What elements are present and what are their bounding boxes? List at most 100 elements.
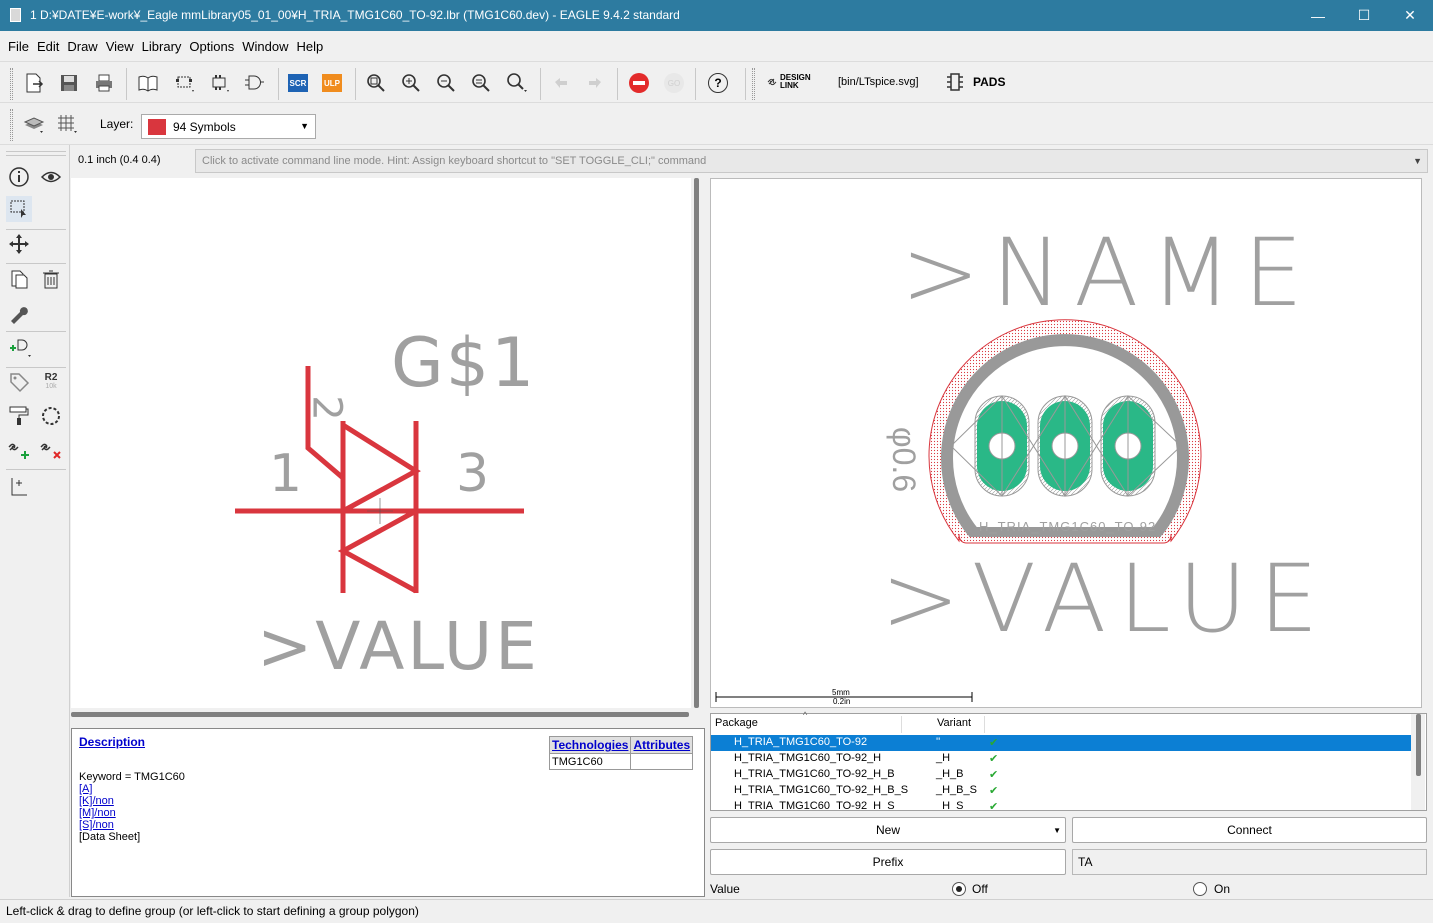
stop-icon[interactable] xyxy=(627,72,651,94)
pads-label: PADS xyxy=(973,75,1006,89)
symbol-horizontal-scrollbar[interactable] xyxy=(71,708,702,720)
package-column-header[interactable]: Package xyxy=(715,714,758,734)
zoom-fit-icon[interactable] xyxy=(364,72,388,94)
package-table-scrollbar[interactable] xyxy=(1411,714,1425,810)
dimension-text: φ0.6 xyxy=(886,426,923,493)
connect-button[interactable]: Connect xyxy=(1072,817,1427,843)
value-on-radio[interactable] xyxy=(1193,882,1207,896)
description-link[interactable]: Description xyxy=(79,735,145,749)
menu-edit[interactable]: Edit xyxy=(33,39,63,54)
pin-3-label: 3 xyxy=(456,444,490,504)
silkscreen-name-text: H_TRIA_TMG1C60_TO-92 xyxy=(979,519,1157,534)
device-icon[interactable] xyxy=(207,72,231,94)
package-icon[interactable] xyxy=(172,72,196,94)
info-icon[interactable] xyxy=(6,164,32,190)
new-button-label: New xyxy=(875,823,900,837)
dimension-icon[interactable] xyxy=(6,473,32,499)
help-button[interactable]: ? xyxy=(706,72,730,94)
move-icon[interactable] xyxy=(6,231,32,257)
redo-icon[interactable] xyxy=(583,72,607,94)
undo-icon[interactable] xyxy=(549,72,573,94)
toolbar-grip[interactable] xyxy=(10,68,13,100)
menu-options[interactable]: Options xyxy=(185,39,238,54)
zoom-in-icon[interactable] xyxy=(399,72,423,94)
variant-column-header[interactable]: Variant xyxy=(937,714,971,734)
grid-icon[interactable] xyxy=(55,113,79,135)
show-eye-icon[interactable] xyxy=(38,164,64,190)
connect-remove-icon[interactable] xyxy=(38,436,64,462)
value-off-radio[interactable] xyxy=(952,882,966,896)
connect-button-label: Connect xyxy=(1227,823,1272,837)
value-on-label: On xyxy=(1214,882,1231,896)
main-toolbar: SCR ULP GO ? DESIGN LINK [bin/LTspice.sv… xyxy=(0,61,1433,103)
check-icon: ✔ xyxy=(989,769,999,781)
package-cell: H_TRIA_TMG1C60_TO-92 xyxy=(734,736,868,748)
pads-button[interactable]: PADS xyxy=(945,72,1005,92)
attributes-header[interactable]: Attributes xyxy=(630,736,694,754)
delete-icon[interactable] xyxy=(38,266,64,292)
table-row[interactable]: H_TRIA_TMG1C60_TO-92_H_B_S _H_B_S ✔ xyxy=(711,783,1411,799)
menu-file[interactable]: File xyxy=(4,39,33,54)
check-icon: ✔ xyxy=(989,801,999,810)
layer-select[interactable]: 94 Symbols ▼ xyxy=(141,114,316,139)
zoom-select-icon[interactable] xyxy=(505,72,529,94)
design-link-button[interactable]: DESIGN LINK xyxy=(766,74,811,90)
layer-settings-icon[interactable] xyxy=(22,113,46,135)
link-k-non[interactable]: [K]/non xyxy=(79,795,114,807)
group-select-icon[interactable] xyxy=(6,196,32,222)
chevron-down-icon: ▼ xyxy=(300,121,309,131)
link-s-non[interactable]: [S]/non xyxy=(79,819,114,831)
menu-help[interactable]: Help xyxy=(292,39,327,54)
print-icon[interactable] xyxy=(92,72,116,94)
package-cell: H_TRIA_TMG1C60_TO-92_H_S xyxy=(734,800,895,810)
symbol-icon[interactable] xyxy=(242,72,266,94)
ulp-button[interactable]: ULP xyxy=(320,72,344,94)
ltspice-button[interactable]: [bin/LTspice.svg] xyxy=(838,76,919,88)
chevron-down-icon: ▼ xyxy=(1413,156,1422,166)
table-row[interactable]: H_TRIA_TMG1C60_TO-92_H_B _H_B ✔ xyxy=(711,767,1411,783)
zoom-out-icon[interactable] xyxy=(434,72,458,94)
prefix-button[interactable]: Prefix xyxy=(710,849,1066,875)
library-book-icon[interactable] xyxy=(136,72,160,94)
new-file-icon[interactable] xyxy=(22,72,46,94)
add-part-icon[interactable] xyxy=(6,335,32,361)
toolbar-grip[interactable] xyxy=(752,68,755,100)
technologies-header[interactable]: Technologies xyxy=(548,736,632,754)
save-icon[interactable] xyxy=(57,72,81,94)
table-row[interactable]: H_TRIA_TMG1C60_TO-92_H _H ✔ xyxy=(711,751,1411,767)
close-button[interactable]: ✕ xyxy=(1387,0,1433,31)
link-m-non[interactable]: [M]/non xyxy=(79,807,116,819)
toolbar-grip[interactable] xyxy=(10,109,13,141)
go-button[interactable]: GO xyxy=(662,72,686,94)
link-a[interactable]: [A] xyxy=(79,783,92,795)
technologies-table: Technologies Attributes TMG1C60 xyxy=(548,736,694,770)
app-icon xyxy=(10,8,21,22)
symbol-vertical-scrollbar[interactable] xyxy=(692,178,702,708)
paint-roller-icon[interactable] xyxy=(6,403,32,429)
menu-library[interactable]: Library xyxy=(138,39,186,54)
script-button[interactable]: SCR xyxy=(286,72,310,94)
menu-view[interactable]: View xyxy=(102,39,138,54)
zoom-redraw-icon[interactable] xyxy=(469,72,493,94)
variant-cell: '' xyxy=(936,736,941,748)
check-icon: ✔ xyxy=(989,785,999,797)
swap-circle-icon[interactable] xyxy=(38,403,64,429)
copy-icon[interactable] xyxy=(6,266,32,292)
maximize-button[interactable]: ☐ xyxy=(1341,0,1387,31)
window-title: 1 D:¥DATE¥E-work¥_Eagle mmLibrary05_01_0… xyxy=(30,8,680,22)
command-line-input[interactable]: Click to activate command line mode. Hin… xyxy=(195,149,1428,173)
menu-window[interactable]: Window xyxy=(238,39,292,54)
table-row[interactable]: H_TRIA_TMG1C60_TO-92 '' ✔ xyxy=(711,735,1411,751)
symbol-canvas[interactable]: G$1 >VALUE 1 3 2 xyxy=(71,178,691,708)
table-row[interactable]: H_TRIA_TMG1C60_TO-92_H_S _H_S ✔ xyxy=(711,799,1411,810)
menu-draw[interactable]: Draw xyxy=(63,39,101,54)
connect-add-icon[interactable] xyxy=(6,436,32,462)
wrench-icon[interactable] xyxy=(6,300,32,326)
value-button[interactable]: R2 10k xyxy=(38,369,64,395)
prefix-value-field[interactable]: TA xyxy=(1072,849,1427,875)
description-panel: Description Technologies Attributes TMG1… xyxy=(71,728,705,897)
package-cell: H_TRIA_TMG1C60_TO-92_H_B xyxy=(734,768,895,780)
minimize-button[interactable]: — xyxy=(1295,0,1341,31)
attribute-tag-icon[interactable] xyxy=(6,369,32,395)
new-button[interactable]: New ▼ xyxy=(710,817,1066,843)
